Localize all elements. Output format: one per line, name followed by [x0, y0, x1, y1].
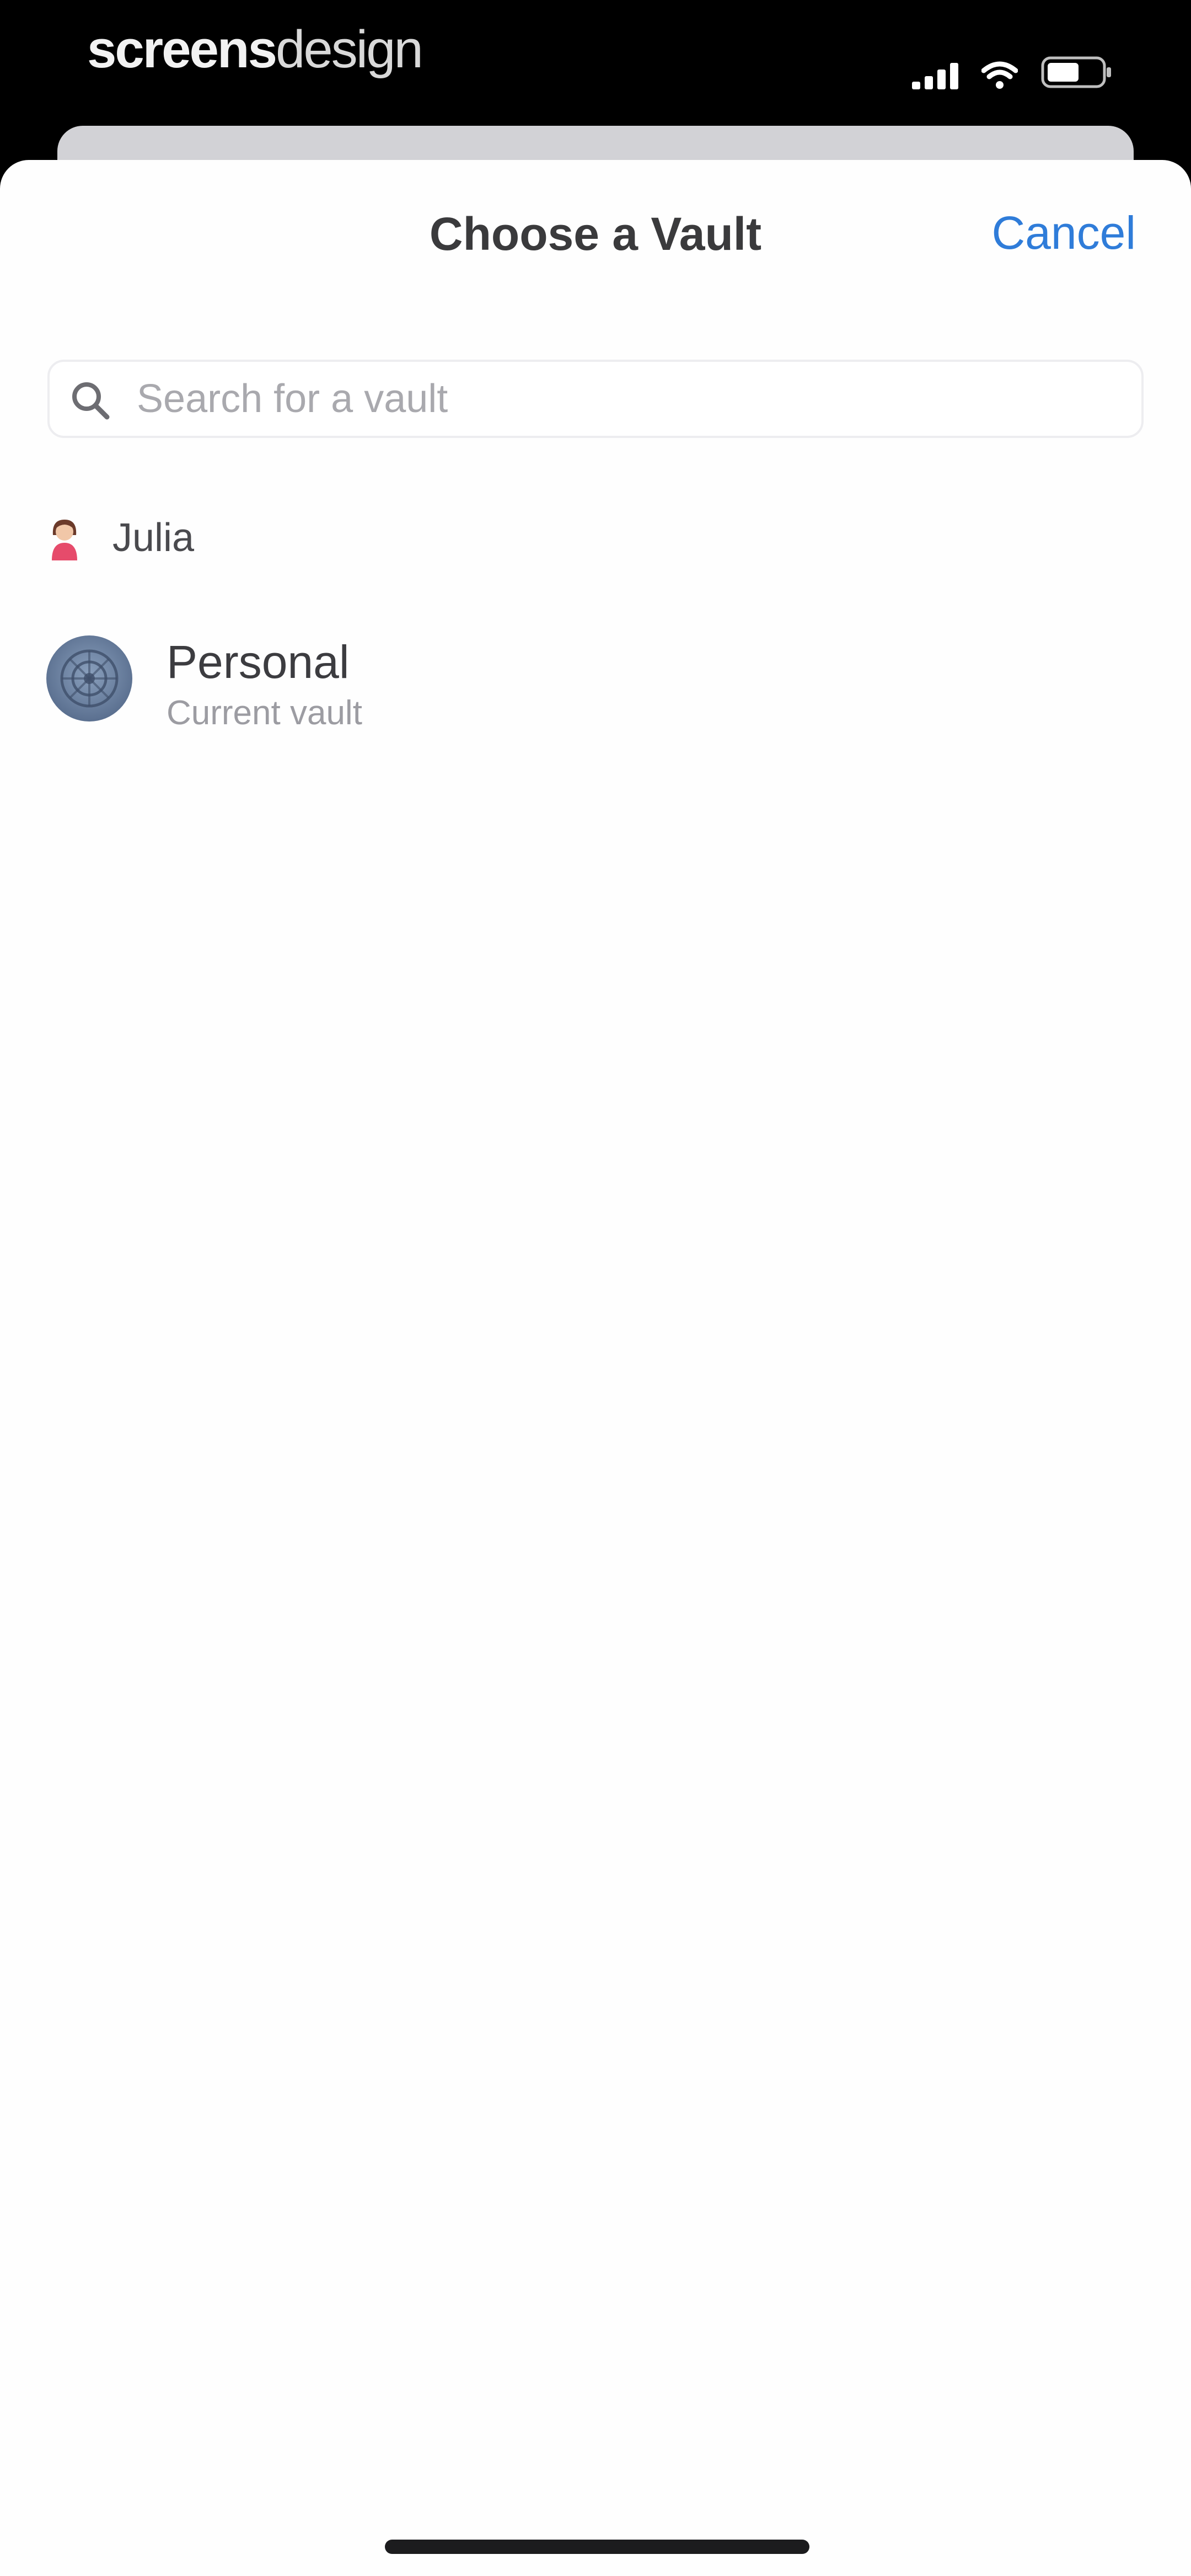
cancel-button[interactable]: Cancel [992, 210, 1136, 256]
vault-row-personal[interactable]: Personal Current vault [0, 612, 1191, 734]
wifi-icon [981, 61, 1018, 89]
account-header: Julia [47, 513, 194, 563]
brand-watermark: screensdesign [87, 20, 423, 79]
search-input[interactable] [137, 362, 1118, 436]
cellular-signal-icon [912, 62, 958, 89]
status-bar: screensdesign [0, 0, 1191, 130]
search-icon [72, 382, 110, 420]
person-avatar-icon [52, 520, 77, 560]
status-icons [912, 51, 1114, 89]
vault-name: Personal [167, 636, 350, 688]
vault-icon [46, 635, 132, 722]
choose-vault-sheet: Choose a Vault Cancel Julia [0, 160, 1191, 2576]
battery-icon [1041, 56, 1111, 88]
brand-part-design: design [275, 20, 423, 79]
home-indicator[interactable] [385, 2540, 809, 2554]
vault-subtitle: Current vault [167, 694, 362, 732]
brand-part-screens: screens [87, 20, 277, 79]
search-box[interactable] [47, 360, 1144, 438]
account-name: Julia [112, 516, 195, 560]
